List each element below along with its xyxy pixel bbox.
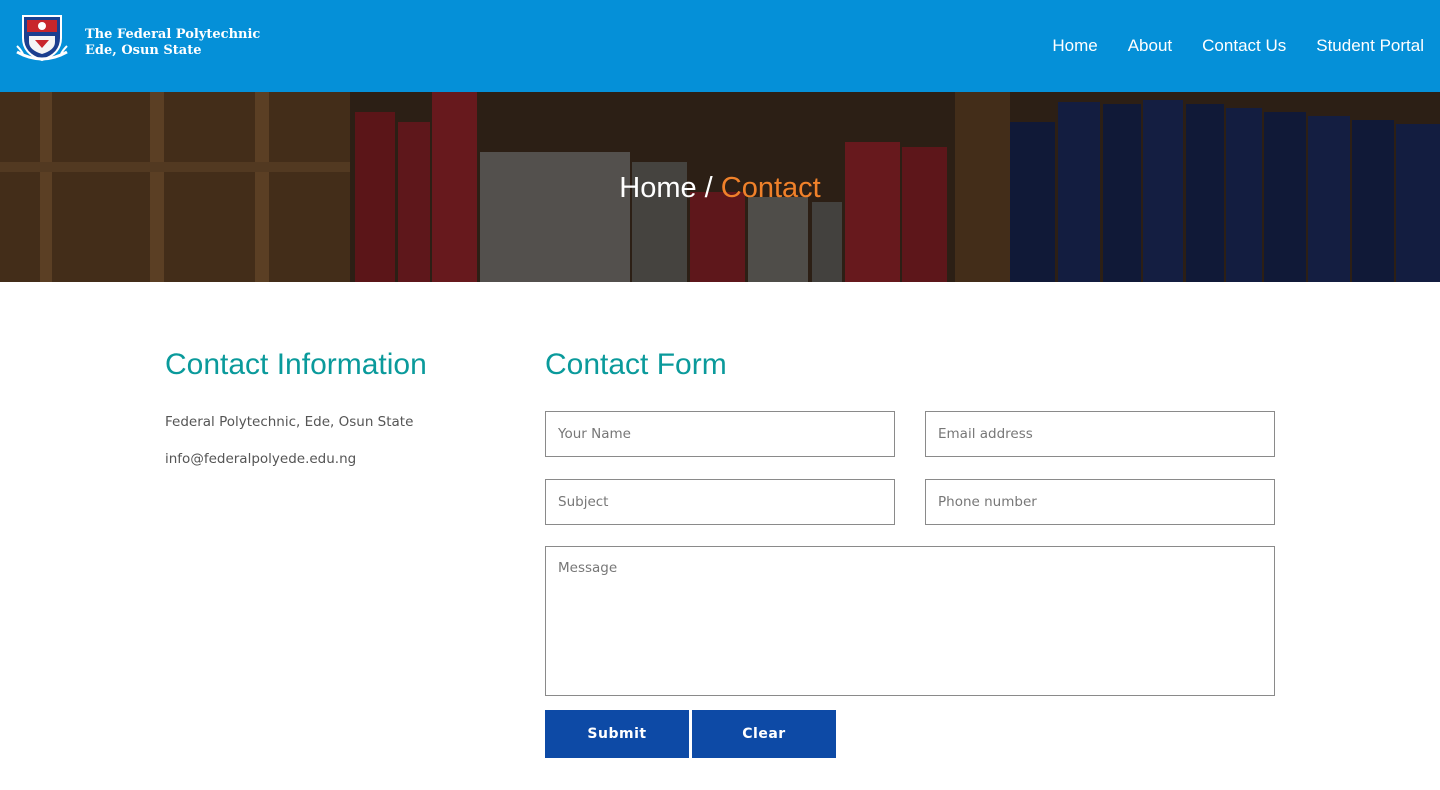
brand-line-2: Ede, Osun State	[85, 43, 202, 58]
breadcrumb-current: Contact	[720, 172, 821, 204]
polytechnic-crest-logo[interactable]	[15, 10, 69, 64]
message-textarea[interactable]	[545, 546, 1275, 696]
page-banner: Home / Contact	[0, 92, 1440, 282]
nav-home[interactable]: Home	[1052, 36, 1097, 56]
contact-email[interactable]: info@federalpolyede.edu.ng	[165, 451, 356, 467]
breadcrumb-separator: /	[696, 172, 721, 204]
contact-form-heading: Contact Form	[545, 348, 727, 381]
breadcrumb: Home / Contact	[0, 172, 1440, 205]
contact-info-heading: Contact Information	[165, 348, 427, 381]
contact-address: Federal Polytechnic, Ede, Osun State	[165, 414, 414, 430]
phone-input[interactable]	[925, 479, 1275, 525]
nav-about[interactable]: About	[1128, 36, 1172, 56]
breadcrumb-home[interactable]: Home	[619, 172, 696, 204]
submit-button[interactable]: Submit	[545, 710, 689, 758]
nav-student-portal[interactable]: Student Portal	[1316, 36, 1424, 56]
clear-button[interactable]: Clear	[692, 710, 836, 758]
main-nav: Home About Contact Us Student Portal	[1052, 36, 1424, 56]
nav-contact-us[interactable]: Contact Us	[1202, 36, 1286, 56]
site-header: The Federal Polytechnic Ede, Osun State …	[0, 0, 1440, 92]
brand-line-1: The Federal Polytechnic	[85, 27, 261, 42]
subject-input[interactable]	[545, 479, 895, 525]
name-input[interactable]	[545, 411, 895, 457]
brand-name[interactable]: The Federal Polytechnic Ede, Osun State	[85, 27, 260, 59]
email-input[interactable]	[925, 411, 1275, 457]
